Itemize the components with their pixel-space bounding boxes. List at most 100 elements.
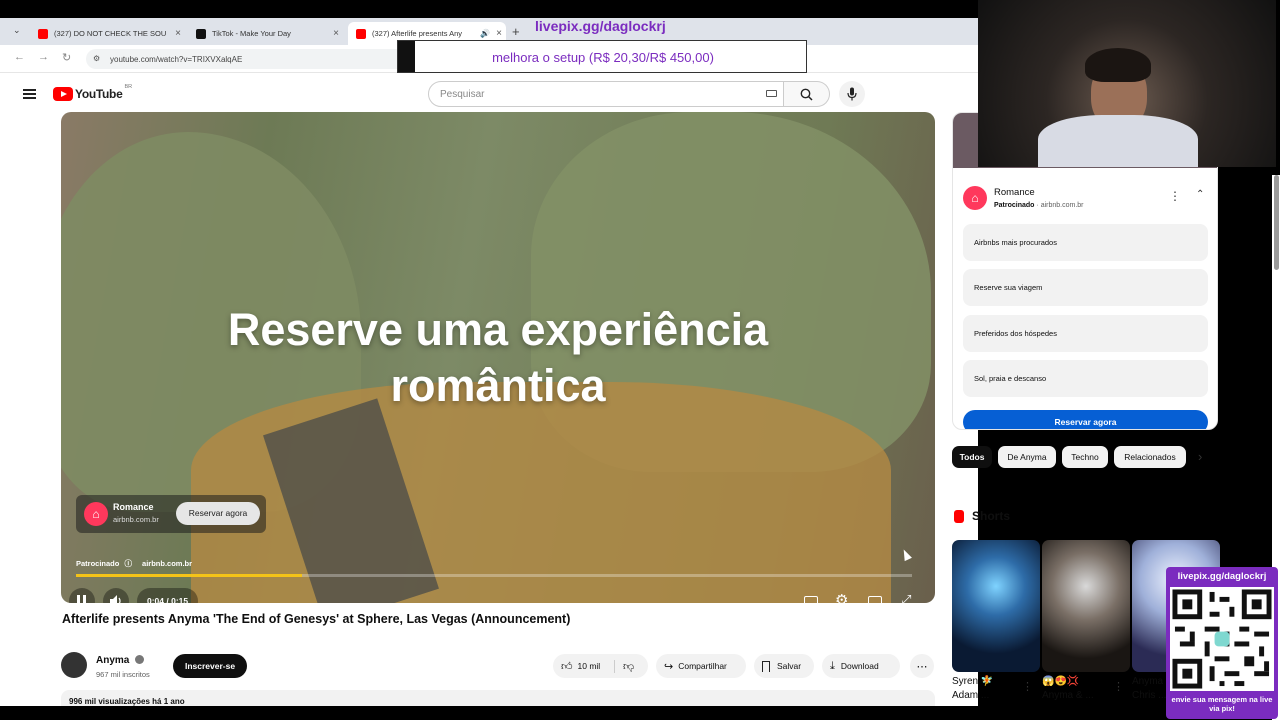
search-placeholder: Pesquisar — [440, 89, 485, 100]
settings-gear-icon[interactable]: ⚙ — [835, 591, 848, 603]
url-field[interactable]: ⚙ youtube.com/watch?v=TRIXVXalqAE — [86, 49, 406, 69]
tab-1[interactable]: (327) DO NOT CHECK THE SOU × — [30, 22, 185, 45]
ad-headline: Reserve uma experiência romântica — [61, 302, 935, 414]
sidebar-ad-title: Romance — [994, 187, 1035, 198]
youtube-play-logo-icon — [53, 87, 73, 101]
tab-title: (327) DO NOT CHECK THE SOU — [54, 29, 167, 38]
ad-overlay-card[interactable]: ⌂ Romance airbnb.com.br Reservar agora — [76, 495, 266, 533]
tab-list-chevron-icon[interactable]: ⌄ — [13, 25, 21, 36]
short-title-3[interactable]: Anyma Chris ... — [1132, 675, 1166, 703]
share-button[interactable]: ↪ Compartilhar — [656, 654, 746, 678]
ad-headline-line1: Reserve uma experiência — [227, 304, 769, 355]
subscribe-button[interactable]: Inscrever-se — [173, 654, 247, 678]
voice-search-button[interactable] — [839, 81, 865, 107]
donation-goal-box: melhora o setup (R$ 20,30/R$ 450,00) — [397, 40, 807, 73]
sponsored-label: Patrocinado ⓘ airbnb.com.br — [76, 559, 193, 568]
like-dislike-group: 👍︎ 10 mil 👎︎ — [553, 654, 648, 678]
more-horizontal-icon: ⋯ — [916, 660, 928, 673]
short-title-2[interactable]: 😱😍💢 Anyma & ... — [1042, 675, 1094, 703]
pause-button[interactable] — [69, 588, 95, 603]
ad-cta-button[interactable]: Reservar agora — [176, 502, 260, 525]
scrollbar-thumb[interactable] — [1274, 175, 1279, 270]
keyboard-icon[interactable] — [766, 90, 777, 97]
qr-header: livepix.gg/daglockrj — [1177, 571, 1267, 582]
channel-name[interactable]: Anyma — [96, 655, 145, 666]
country-code: BR — [124, 84, 133, 90]
chip-relacionados[interactable]: Relacionados — [1114, 446, 1186, 468]
save-label: Salvar — [777, 661, 802, 671]
airbnb-logo-icon: ⌂ — [84, 502, 108, 526]
stream-frame: ⌄ (327) DO NOT CHECK THE SOU × TikTok - … — [0, 0, 1280, 720]
thumbs-down-icon[interactable]: 👎︎ — [623, 660, 634, 673]
time-display: 0:04 / 0:15 — [137, 588, 199, 603]
sidebar-ad-meta: Patrocinado · airbnb.com.br — [994, 202, 1084, 209]
youtube-wordmark: YouTube — [75, 87, 123, 101]
close-tab-icon[interactable]: × — [329, 28, 343, 39]
search-input[interactable]: Pesquisar — [428, 81, 784, 107]
video-player[interactable]: Reserve uma experiência romântica ⌂ Roma… — [61, 112, 935, 603]
subscriber-count: 967 mil inscritos — [96, 670, 150, 679]
download-button[interactable]: ⤓ Download — [822, 654, 900, 678]
short-title-1[interactable]: Syren 🧚 Adam ... — [952, 675, 993, 703]
like-button[interactable]: 👍︎ 10 mil — [553, 659, 615, 673]
save-button[interactable]: Salvar — [754, 654, 814, 678]
chip-todos[interactable]: Todos — [952, 446, 992, 468]
short-thumbnail-2[interactable] — [1042, 540, 1130, 672]
close-tab-icon[interactable]: × — [492, 28, 506, 39]
volume-button[interactable] — [103, 588, 129, 603]
collapse-chevron-icon[interactable]: ⌃ — [1196, 189, 1204, 200]
download-label: Download — [840, 661, 879, 671]
tab-2[interactable]: TikTok - Make Your Day × — [188, 22, 343, 45]
ad-brand: Romance — [113, 502, 154, 512]
channel-avatar[interactable] — [61, 652, 87, 678]
sidebar-ad-cta-button[interactable]: Reservar agora — [963, 410, 1208, 429]
youtube-logo[interactable]: YouTube BR — [53, 84, 133, 101]
livepix-top-label: livepix.gg/daglockrj — [535, 18, 666, 34]
search-icon — [800, 88, 813, 101]
shorts-logo-icon — [954, 510, 964, 523]
webcam-person-hair — [1085, 48, 1151, 82]
view-count: 996 mil visualizações há 1 ano — [69, 697, 185, 706]
chips-next-chevron-icon[interactable]: › — [1198, 449, 1202, 464]
share-icon: ↪ — [664, 660, 674, 673]
like-count: 10 mil — [577, 661, 601, 671]
back-icon[interactable]: ← — [14, 51, 25, 63]
more-vertical-icon[interactable]: ⋮ — [1169, 189, 1181, 203]
progress-bar[interactable] — [76, 574, 912, 577]
more-actions-button[interactable]: ⋯ — [910, 654, 934, 678]
hamburger-menu-icon[interactable] — [23, 89, 36, 99]
video-title: Afterlife presents Anyma 'The End of Gen… — [62, 612, 571, 626]
reload-icon[interactable]: ↻ — [62, 51, 71, 64]
bookmark-icon — [762, 660, 770, 672]
download-icon: ⤓ — [830, 659, 835, 672]
tiktok-favicon-icon — [196, 28, 206, 39]
new-tab-icon[interactable]: + — [512, 24, 520, 39]
miniplayer-icon[interactable] — [868, 596, 882, 603]
share-label: Compartilhar — [678, 661, 727, 671]
forward-icon[interactable]: → — [38, 51, 49, 63]
sidebar-ad-link-4[interactable]: Sol, praia e descanso — [963, 360, 1208, 397]
site-info-icon[interactable]: ⚙ — [93, 54, 100, 63]
description-box[interactable]: 996 mil visualizações há 1 ano — [61, 690, 935, 706]
fullscreen-icon[interactable]: ⤢ — [901, 592, 911, 603]
subtitles-icon[interactable] — [804, 596, 818, 603]
short-more-icon[interactable]: ⋮ — [1113, 680, 1124, 693]
chip-techno[interactable]: Techno — [1062, 446, 1108, 468]
sidebar-ad-link-1[interactable]: Airbnbs mais procurados — [963, 224, 1208, 261]
chip-de-anyma[interactable]: De Anyma — [998, 446, 1056, 468]
sponsored-domain[interactable]: airbnb.com.br — [142, 559, 192, 568]
volume-icon — [110, 595, 121, 603]
short-more-icon[interactable]: ⋮ — [1022, 680, 1033, 693]
qr-code-icon — [1170, 587, 1274, 691]
webcam-person-shirt — [1038, 115, 1198, 167]
sidebar-ad-link-2[interactable]: Reserve sua viagem — [963, 269, 1208, 306]
url-text: youtube.com/watch?v=TRIXVXalqAE — [110, 55, 243, 64]
short-thumbnail-1[interactable] — [952, 540, 1040, 672]
search-button[interactable] — [784, 81, 830, 107]
tab-title: (327) Afterlife presents Any — [372, 29, 463, 38]
close-tab-icon[interactable]: × — [171, 28, 185, 39]
info-icon[interactable]: ⓘ — [124, 559, 132, 568]
sidebar-ad-link-3[interactable]: Preferidos dos hóspedes — [963, 315, 1208, 352]
shorts-heading: Shorts — [972, 509, 1011, 523]
microphone-icon — [847, 87, 857, 101]
